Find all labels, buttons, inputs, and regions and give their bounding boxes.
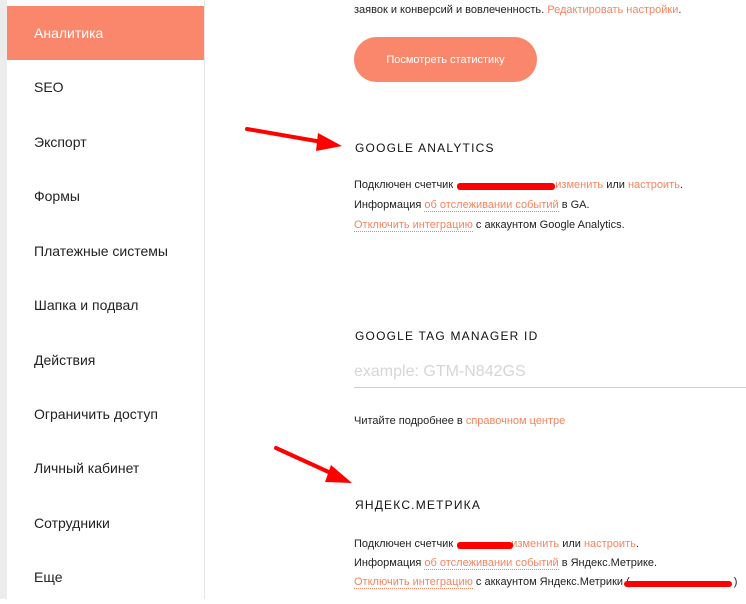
ga-disconnect-link[interactable]: Отключить интеграцию — [354, 219, 473, 232]
sidebar-item-actions[interactable]: Действия — [7, 333, 204, 387]
settings-sidebar: Аналитика SEO Экспорт Формы Платежные си… — [0, 0, 205, 599]
ym-configure-link[interactable]: настроить — [584, 538, 636, 550]
yandex-metrika-title: ЯНДЕКС.МЕТРИКА — [355, 498, 482, 512]
google-analytics-title: GOOGLE ANALYTICS — [355, 141, 495, 155]
gtm-id-input[interactable] — [354, 357, 746, 388]
ym-disconnect-link[interactable]: Отключить интеграцию — [354, 576, 473, 589]
sidebar-item-payment-systems[interactable]: Платежные системы — [7, 224, 204, 278]
sidebar-item-personal-account[interactable]: Личный кабинет — [7, 441, 204, 495]
ga-configure-link[interactable]: настроить — [628, 179, 680, 191]
view-statistics-button[interactable]: Посмотреть статистику — [354, 37, 537, 82]
ga-events-link[interactable]: об отслеживании событий — [424, 199, 559, 212]
sidebar-item-header-footer[interactable]: Шапка и подвал — [7, 278, 204, 332]
sidebar-item-employees[interactable]: Сотрудники — [7, 496, 204, 550]
gtm-help-line: Читайте подробнее в справочном центре — [354, 415, 566, 427]
sidebar-item-forms[interactable]: Формы — [7, 169, 204, 223]
gtm-title: GOOGLE TAG MANAGER ID — [355, 329, 539, 343]
sidebar-item-seo[interactable]: SEO — [7, 60, 204, 114]
ym-events-link[interactable]: об отслеживании событий — [424, 557, 559, 570]
ym-change-link[interactable]: изменить — [511, 538, 559, 550]
ym-counter-redaction — [457, 542, 513, 549]
analytics-panel: заявок и конверсий и вовлеченность. Реда… — [206, 0, 746, 599]
stats-intro-line: заявок и конверсий и вовлеченность. Реда… — [354, 4, 682, 16]
sidebar-item-export[interactable]: Экспорт — [7, 115, 204, 169]
sidebar-item-more[interactable]: Еще — [7, 550, 204, 604]
ym-account-redaction — [624, 581, 732, 587]
ga-disconnect-line: Отключить интеграцию с аккаунтом Google … — [354, 219, 625, 232]
ga-change-link[interactable]: изменить — [555, 179, 603, 191]
ym-info-line: Информация об отслеживании событий в Янд… — [354, 557, 658, 570]
sidebar-item-analytics[interactable]: Аналитика — [7, 6, 204, 60]
edit-settings-link[interactable]: Редактировать настройки — [547, 4, 678, 16]
stats-intro-text: заявок и конверсий и вовлеченность. — [354, 4, 545, 16]
ga-info-line: Информация об отслеживании событий в GA. — [354, 199, 590, 212]
ga-counter-redaction — [457, 183, 555, 190]
sidebar-item-restrict-access[interactable]: Ограничить доступ — [7, 387, 204, 441]
help-center-link[interactable]: справочном центре — [466, 415, 565, 427]
